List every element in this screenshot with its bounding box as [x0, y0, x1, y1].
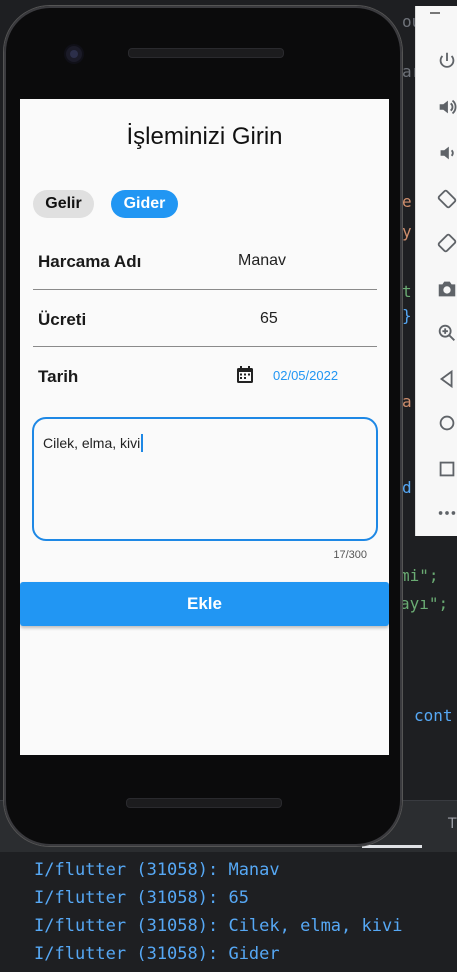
code-fragment: cont	[414, 706, 453, 725]
console-line: I/flutter (31058): Manav	[34, 860, 280, 880]
price-label: Ücreti	[38, 310, 87, 329]
character-counter: 17/300	[333, 549, 367, 561]
add-button[interactable]: Ekle	[20, 582, 389, 626]
date-label: Tarih	[38, 367, 79, 386]
zoom-icon[interactable]	[434, 320, 457, 346]
rotate-right-icon[interactable]	[434, 230, 457, 256]
chip-income[interactable]: Gelir	[33, 190, 94, 218]
expense-name-label: Harcama Adı	[38, 252, 142, 271]
top-speaker	[128, 48, 284, 58]
code-fragment: ayı";	[400, 594, 449, 613]
volume-up-icon[interactable]	[434, 94, 457, 120]
home-icon[interactable]	[434, 410, 457, 436]
code-fragment: mi";	[400, 566, 439, 585]
console-line: I/flutter (31058): Gider	[34, 944, 280, 964]
volume-down-icon[interactable]	[434, 140, 457, 166]
expense-name-field[interactable]: Manav	[238, 252, 286, 270]
active-tab-indicator	[362, 845, 422, 848]
code-fragment: e	[402, 192, 412, 211]
rotate-left-icon[interactable]	[434, 186, 457, 212]
code-fragment: d	[402, 478, 412, 497]
divider	[33, 289, 377, 290]
app-screen: İşleminizi Girin Gelir Gider Harcama Adı…	[20, 99, 389, 755]
overview-icon[interactable]	[434, 456, 457, 482]
console-line: I/flutter (31058): 65	[34, 888, 249, 908]
power-icon[interactable]	[434, 48, 457, 74]
front-camera-icon	[66, 46, 82, 62]
code-fragment: t	[402, 282, 412, 301]
run-console: I/flutter (31058): Manav I/flutter (3105…	[0, 852, 457, 972]
minimize-icon[interactable]	[430, 12, 440, 14]
camera-icon[interactable]	[434, 276, 457, 302]
text-caret	[141, 434, 144, 452]
calendar-icon[interactable]	[235, 365, 255, 385]
code-fragment: y	[402, 222, 412, 241]
tab-next[interactable]: T	[448, 816, 457, 832]
divider	[33, 346, 377, 347]
price-field[interactable]: 65	[260, 310, 278, 328]
emulator-toolbar	[415, 6, 457, 536]
page-title: İşleminizi Girin	[126, 123, 283, 150]
code-fragment: a	[402, 392, 412, 411]
date-picker-value[interactable]: 02/05/2022	[273, 368, 338, 383]
console-line: I/flutter (31058): Cilek, elma, kivi	[34, 916, 403, 936]
bottom-speaker	[126, 798, 282, 808]
note-text: Cilek, elma, kivi	[43, 435, 141, 451]
note-textarea[interactable]: Cilek, elma, kivi	[32, 417, 378, 541]
note-text-container: Cilek, elma, kivi	[43, 434, 144, 452]
chip-expense[interactable]: Gider	[111, 190, 178, 218]
back-icon[interactable]	[434, 366, 457, 392]
more-icon[interactable]	[434, 500, 457, 526]
code-fragment: }	[402, 306, 412, 325]
